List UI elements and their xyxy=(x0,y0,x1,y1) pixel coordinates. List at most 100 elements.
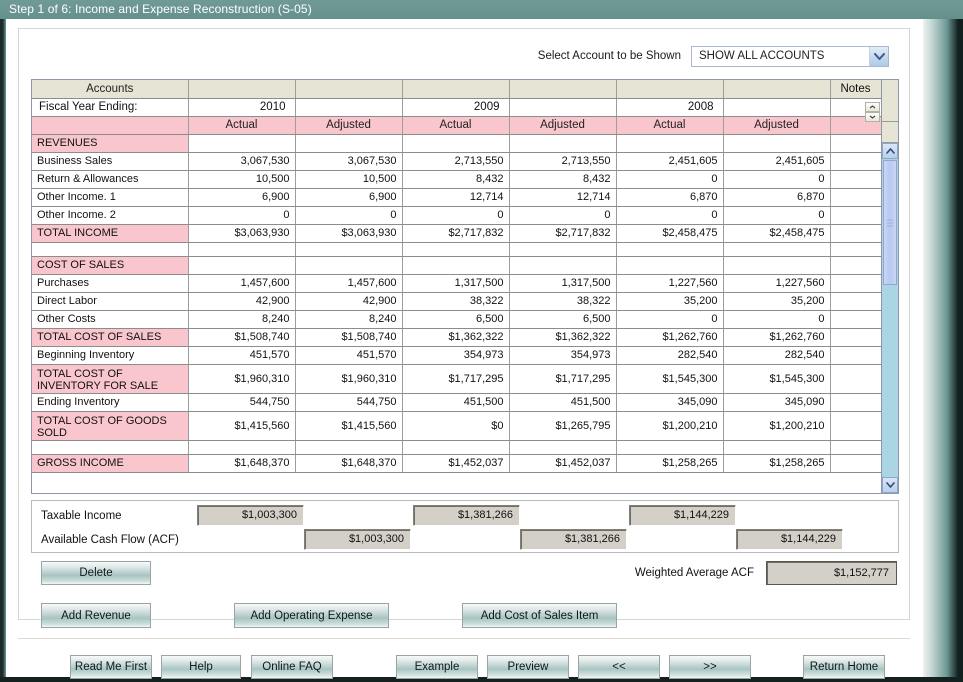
grid-cell[interactable]: $1,200,210 xyxy=(616,411,724,441)
grid-cell[interactable]: 451,500 xyxy=(402,393,510,412)
grid-cell[interactable]: 6,500 xyxy=(509,310,617,329)
read-me-first-button[interactable]: Read Me First xyxy=(70,655,152,679)
grid-cell[interactable]: $1,960,310 xyxy=(188,364,296,394)
online-faq-button[interactable]: Online FAQ xyxy=(251,655,333,679)
grid-cell[interactable]: $1,415,560 xyxy=(188,411,296,441)
grid-cell[interactable]: $1,960,310 xyxy=(295,364,403,394)
grid-row-label[interactable]: COST OF SALES xyxy=(32,256,189,275)
grid-cell[interactable]: 42,900 xyxy=(188,292,296,311)
grid-cell[interactable]: 451,570 xyxy=(188,346,296,365)
grid-cell[interactable]: 354,973 xyxy=(402,346,510,365)
grid-cell[interactable] xyxy=(723,440,831,455)
acf-2009[interactable]: $1,381,266 xyxy=(520,529,627,550)
grid-row-label[interactable]: Ending Inventory xyxy=(32,393,189,412)
grid-row-label[interactable] xyxy=(32,440,189,455)
grid-cell[interactable]: $2,458,475 xyxy=(616,224,724,243)
grid-cell[interactable]: $1,717,295 xyxy=(509,364,617,394)
grid-cell[interactable]: 0 xyxy=(509,206,617,225)
account-select-dropdown[interactable]: SHOW ALL ACCOUNTS xyxy=(691,45,889,67)
grid-cell[interactable]: 345,090 xyxy=(723,393,831,412)
grid-cell[interactable] xyxy=(616,134,724,153)
grid-cell[interactable]: $1,648,370 xyxy=(188,454,296,473)
grid-vertical-scrollbar[interactable] xyxy=(881,80,898,493)
grid-cell[interactable] xyxy=(616,256,724,275)
fiscal-year-value[interactable]: 2010 xyxy=(187,98,296,117)
grid-cell[interactable]: 282,540 xyxy=(616,346,724,365)
grid-row-label[interactable]: TOTAL COST OF INVENTORY FOR SALE xyxy=(32,364,189,394)
fiscal-year-value[interactable]: 2008 xyxy=(615,98,724,117)
grid-cell[interactable]: 1,317,500 xyxy=(509,274,617,293)
grid-cell[interactable] xyxy=(295,134,403,153)
grid-row-label[interactable]: GROSS INCOME xyxy=(32,454,189,473)
grid-cell[interactable] xyxy=(295,242,403,257)
grid-row-notes[interactable] xyxy=(830,256,882,275)
grid-cell[interactable]: $1,265,795 xyxy=(509,411,617,441)
grid-cell[interactable]: 42,900 xyxy=(295,292,403,311)
grid-row-label[interactable]: REVENUES xyxy=(32,134,189,153)
grid-cell[interactable]: $1,362,322 xyxy=(509,328,617,347)
grid-row-notes[interactable] xyxy=(830,440,882,455)
grid-cell[interactable]: 354,973 xyxy=(509,346,617,365)
acf-2008[interactable]: $1,144,229 xyxy=(736,529,843,550)
taxable-income-2009[interactable]: $1,381,266 xyxy=(413,505,520,526)
grid-row-label[interactable]: Return & Allowances xyxy=(32,170,189,189)
grid-cell[interactable]: $3,063,930 xyxy=(188,224,296,243)
grid-cell[interactable]: 345,090 xyxy=(616,393,724,412)
grid-cell[interactable]: 0 xyxy=(723,310,831,329)
grid-cell[interactable]: 2,713,550 xyxy=(402,152,510,171)
grid-row-label[interactable]: TOTAL COST OF GOODS SOLD xyxy=(32,411,189,441)
scrollbar-thumb[interactable] xyxy=(883,160,897,285)
grid-cell[interactable]: $1,545,300 xyxy=(723,364,831,394)
grid-cell[interactable]: $1,545,300 xyxy=(616,364,724,394)
grid-cell[interactable]: $1,508,740 xyxy=(188,328,296,347)
fiscal-year-spinner[interactable] xyxy=(865,102,880,122)
next-page-button[interactable]: >> xyxy=(669,655,751,679)
grid-cell[interactable] xyxy=(295,440,403,455)
grid-cell[interactable]: 35,200 xyxy=(723,292,831,311)
return-home-button[interactable]: Return Home xyxy=(803,655,885,679)
grid-cell[interactable]: 282,540 xyxy=(723,346,831,365)
grid-cell[interactable]: 3,067,530 xyxy=(295,152,403,171)
grid-cell[interactable]: 0 xyxy=(723,170,831,189)
grid-cell[interactable]: $1,415,560 xyxy=(295,411,403,441)
grid-cell[interactable] xyxy=(723,242,831,257)
grid-row-label[interactable] xyxy=(32,242,189,257)
grid-cell[interactable] xyxy=(188,134,296,153)
add-operating-expense-button[interactable]: Add Operating Expense xyxy=(234,603,389,628)
grid-row-label[interactable]: Other Income. 1 xyxy=(32,188,189,207)
grid-cell[interactable]: 1,227,560 xyxy=(723,274,831,293)
grid-cell[interactable]: 38,322 xyxy=(402,292,510,311)
grid-row-notes[interactable] xyxy=(830,346,882,365)
grid-cell[interactable]: $1,452,037 xyxy=(402,454,510,473)
grid-row-notes[interactable] xyxy=(830,454,882,473)
example-button[interactable]: Example xyxy=(396,655,478,679)
spinner-up-icon[interactable] xyxy=(865,102,880,112)
grid-cell[interactable]: 0 xyxy=(402,206,510,225)
grid-cell[interactable]: 2,713,550 xyxy=(509,152,617,171)
spinner-down-icon[interactable] xyxy=(865,112,880,122)
grid-cell[interactable]: $1,258,265 xyxy=(723,454,831,473)
grid-cell[interactable]: 451,570 xyxy=(295,346,403,365)
grid-cell[interactable] xyxy=(295,256,403,275)
grid-row-label[interactable]: Business Sales xyxy=(32,152,189,171)
add-revenue-button[interactable]: Add Revenue xyxy=(41,603,151,628)
grid-cell[interactable] xyxy=(402,440,510,455)
grid-cell[interactable]: $1,258,265 xyxy=(616,454,724,473)
grid-cell[interactable]: 6,870 xyxy=(616,188,724,207)
grid-cell[interactable] xyxy=(402,256,510,275)
grid-cell[interactable] xyxy=(188,440,296,455)
grid-cell[interactable]: $1,452,037 xyxy=(509,454,617,473)
grid-cell[interactable]: 0 xyxy=(616,206,724,225)
grid-row-notes[interactable] xyxy=(830,274,882,293)
grid-cell[interactable]: 6,900 xyxy=(188,188,296,207)
grid-cell[interactable]: 3,067,530 xyxy=(188,152,296,171)
grid-cell[interactable]: 10,500 xyxy=(295,170,403,189)
grid-cell[interactable]: 0 xyxy=(723,206,831,225)
grid-cell[interactable]: 35,200 xyxy=(616,292,724,311)
grid-cell[interactable]: $1,648,370 xyxy=(295,454,403,473)
preview-button[interactable]: Preview xyxy=(487,655,569,679)
grid-row-notes[interactable] xyxy=(830,393,882,412)
grid-cell[interactable] xyxy=(723,256,831,275)
grid-cell[interactable] xyxy=(509,256,617,275)
grid-row-notes[interactable] xyxy=(830,188,882,207)
